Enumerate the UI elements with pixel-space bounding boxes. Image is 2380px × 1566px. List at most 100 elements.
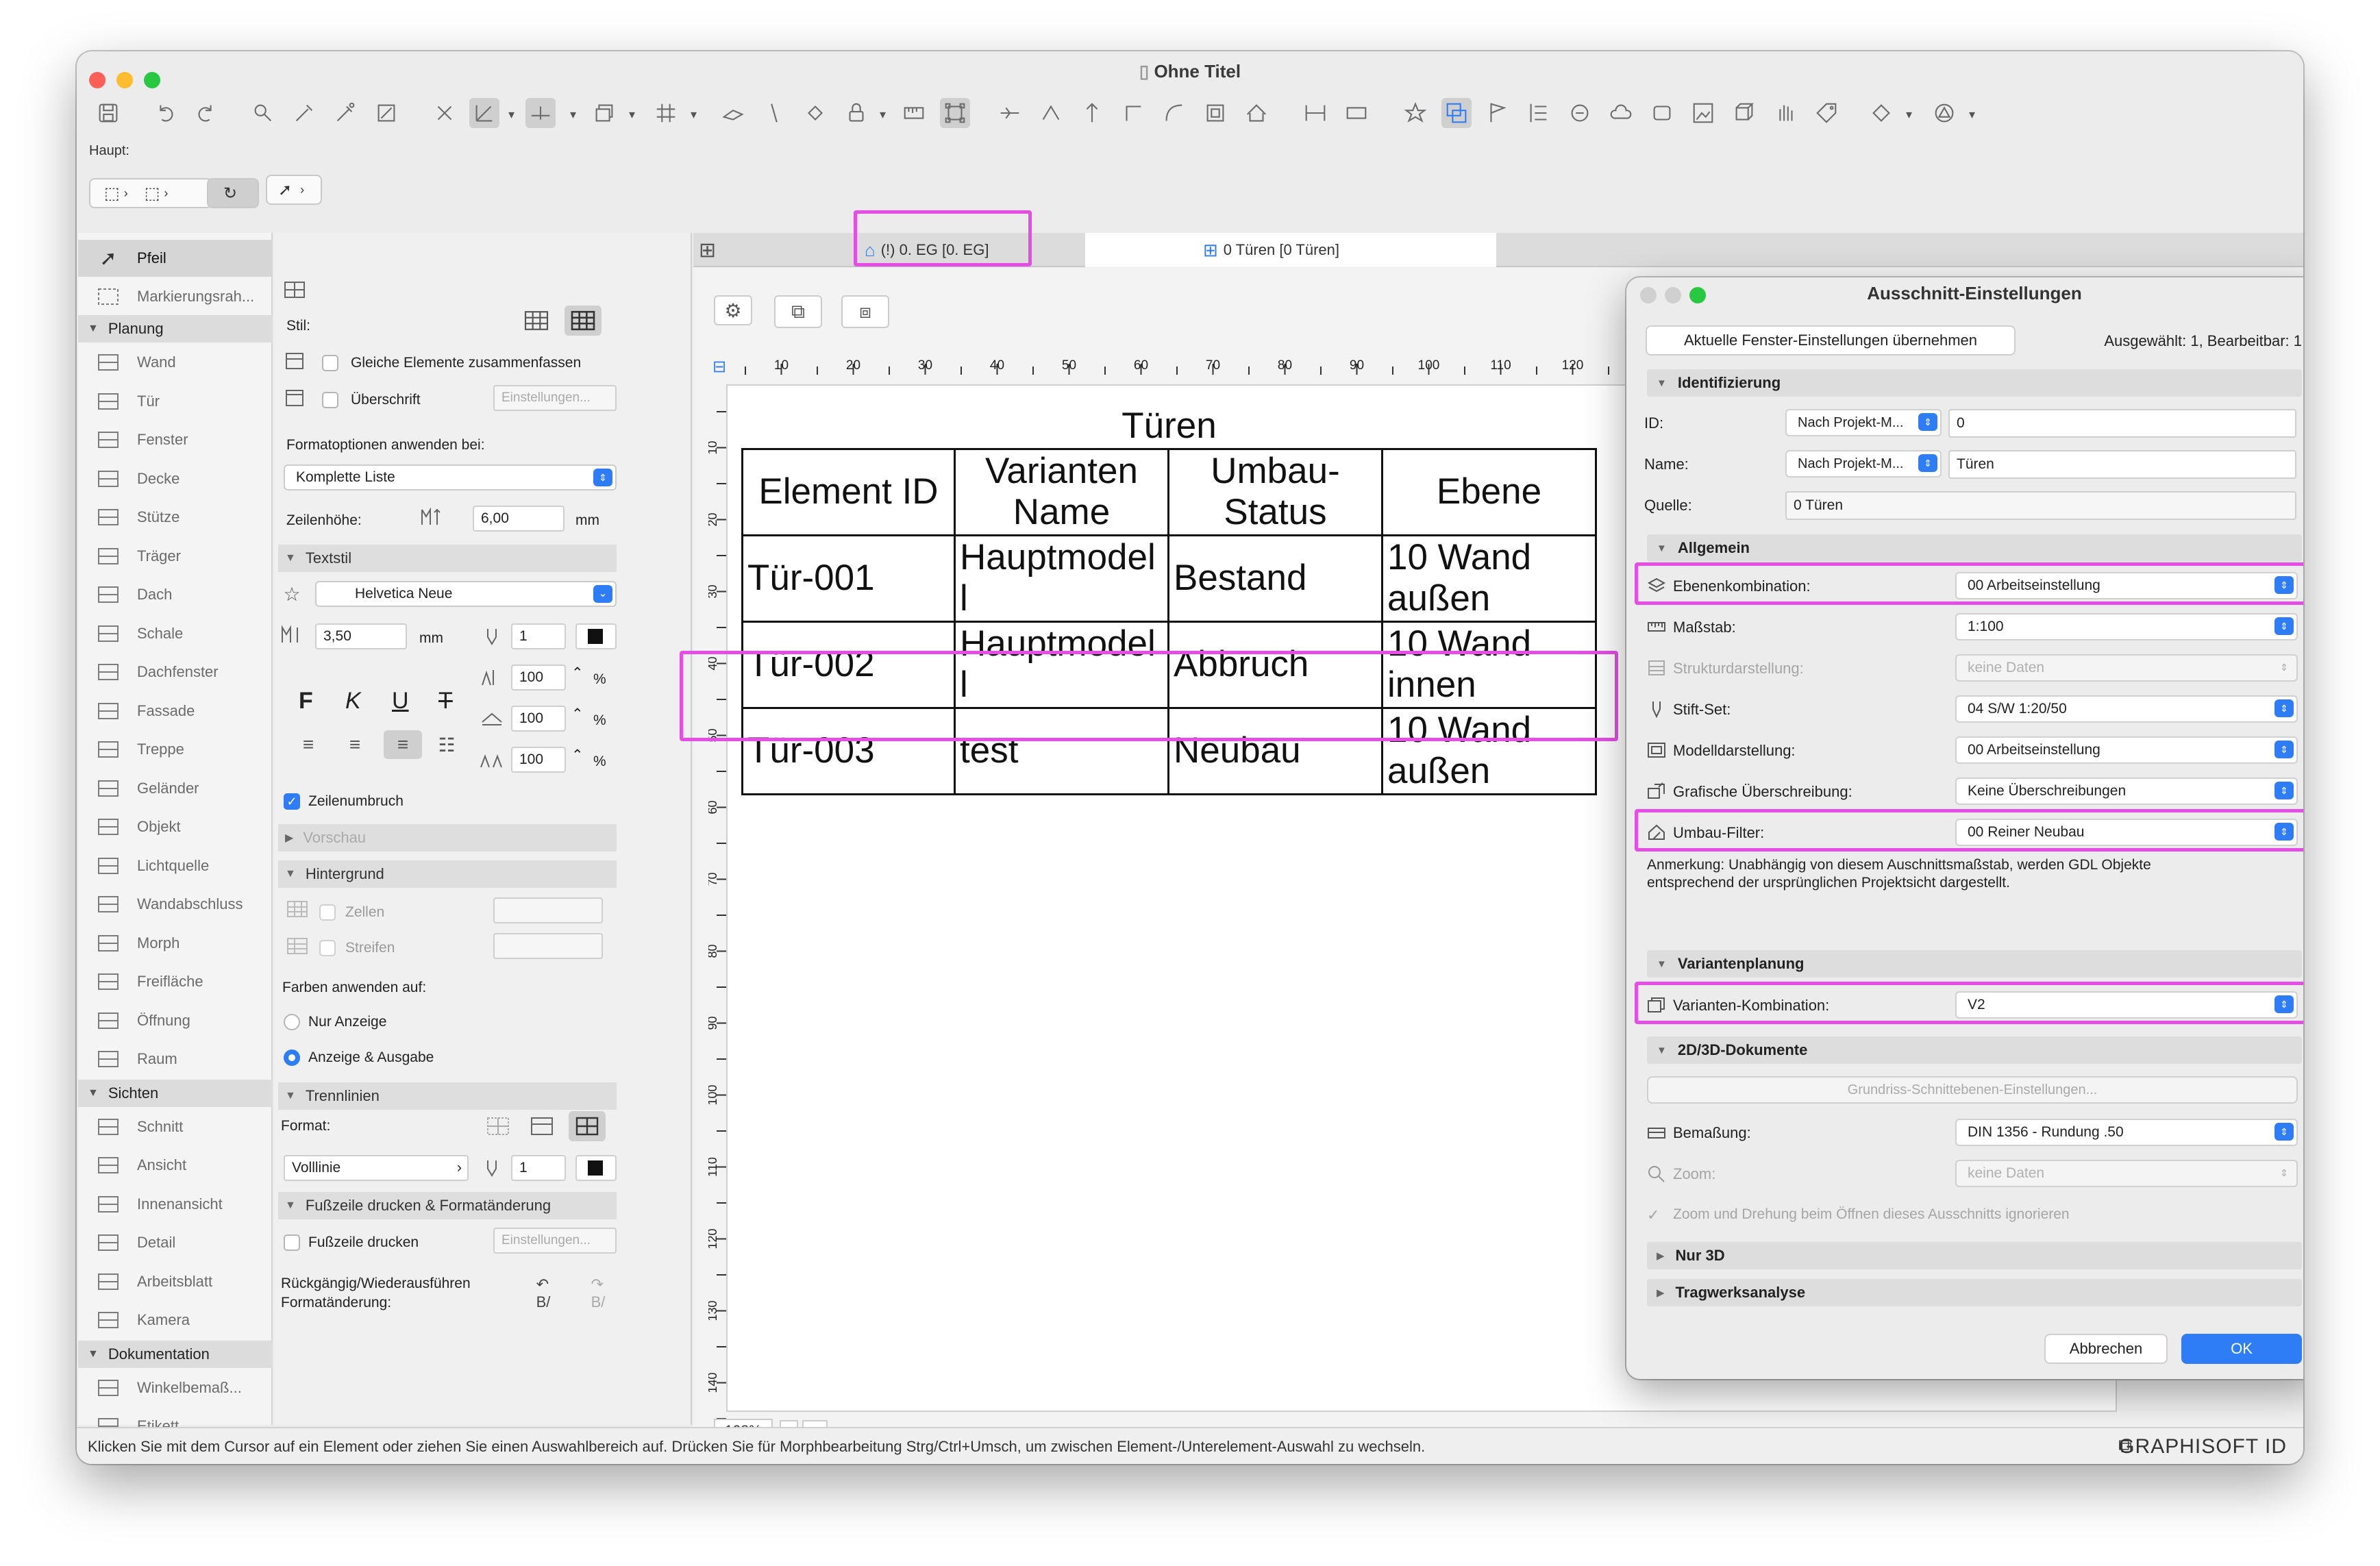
palette-item-geländer[interactable]: Geländer bbox=[78, 770, 273, 807]
align-left-icon[interactable]: ≡ bbox=[295, 733, 322, 756]
grundriss-settings-button[interactable]: Grundriss-Schnittebenen-Einstellungen... bbox=[1647, 1076, 2298, 1104]
palette-item-schale[interactable]: Schale bbox=[78, 615, 273, 652]
roof-icon[interactable] bbox=[1241, 98, 1272, 128]
palette-item-markierung[interactable]: Markierungsrah... bbox=[78, 278, 273, 315]
palette-item-schnitt[interactable]: Schnitt bbox=[78, 1108, 273, 1145]
ueberschrift-settings-button[interactable]: Einstellungen... bbox=[493, 385, 617, 411]
transfer-settings-icon[interactable] bbox=[371, 98, 401, 128]
palette-group-dokumentation[interactable]: ▼ Dokumentation bbox=[78, 1340, 273, 1368]
style-grid-icon[interactable] bbox=[518, 306, 555, 336]
font-size-input[interactable]: 3,50 bbox=[315, 623, 407, 649]
marquee-icon[interactable] bbox=[940, 98, 970, 128]
line-color-swatch[interactable] bbox=[575, 1155, 617, 1181]
align-center-icon[interactable]: ≡ bbox=[341, 733, 369, 756]
tab-view-toggle[interactable]: ⊞ bbox=[699, 233, 716, 267]
pen-color-swatch[interactable] bbox=[575, 623, 617, 649]
vorschau-section[interactable]: ▶ Vorschau bbox=[278, 824, 617, 852]
stepper-icon[interactable]: ⌃ bbox=[571, 664, 584, 682]
rotate-view-button[interactable]: ↻ bbox=[207, 178, 259, 208]
lock-icon[interactable] bbox=[841, 98, 871, 128]
name-input[interactable]: Türen bbox=[1948, 450, 2296, 479]
palette-item-wandabschluss[interactable]: Wandabschluss bbox=[78, 886, 273, 923]
bold-button[interactable]: F bbox=[299, 688, 313, 714]
layer-icon[interactable] bbox=[589, 98, 619, 128]
style-full-grid-icon[interactable] bbox=[565, 306, 602, 336]
stepper-icon[interactable]: ⌃ bbox=[571, 747, 584, 764]
chevron-down-icon[interactable]: ▾ bbox=[629, 108, 635, 122]
table-row[interactable]: Tür-002 Hauptmodel l Abbruch 10 Wand innen bbox=[741, 620, 1597, 709]
palette-item-detail[interactable]: Detail bbox=[78, 1224, 273, 1261]
render-icon[interactable] bbox=[1866, 98, 1896, 128]
table-cell[interactable]: Hauptmodel l bbox=[954, 534, 1169, 623]
zellen-color-swatch[interactable] bbox=[493, 897, 603, 923]
width-factor-input[interactable]: 100 bbox=[511, 664, 566, 691]
palette-group-sichten[interactable]: ▼ Sichten bbox=[78, 1079, 273, 1107]
table-cell[interactable]: Abbruch bbox=[1167, 620, 1383, 709]
zeilenumbruch-checkbox[interactable]: ✓ bbox=[284, 793, 300, 810]
textstil-section[interactable]: ▼ Textstil bbox=[278, 545, 617, 572]
palette-item-raum[interactable]: Raum bbox=[78, 1041, 273, 1078]
pen-input[interactable]: 1 bbox=[511, 623, 566, 649]
graphisoft-id-brand[interactable]: GRAPHISOFT ID bbox=[2118, 1435, 2287, 1458]
chevron-down-icon[interactable]: ▾ bbox=[570, 108, 576, 122]
table-row[interactable]: Tür-003 test Neubau 10 Wand außen bbox=[741, 706, 1597, 795]
ueberschrift-checkbox[interactable] bbox=[322, 392, 338, 408]
italic-button[interactable]: K bbox=[345, 688, 361, 714]
marquee-select-icon[interactable]: ⬚ bbox=[104, 184, 120, 203]
stepper-icon[interactable]: ⌃ bbox=[571, 706, 584, 723]
cancel-button[interactable]: Abbrechen bbox=[2044, 1334, 2168, 1364]
font-select[interactable]: Helvetica Neue ⌄ bbox=[315, 581, 617, 607]
plane-icon[interactable] bbox=[718, 98, 748, 128]
umbau-select[interactable]: 00 Reiner Neubau ⇕ bbox=[1955, 819, 2298, 846]
palette-item-fassade[interactable]: Fassade bbox=[78, 693, 273, 730]
line-pen-input[interactable]: 1 bbox=[511, 1155, 566, 1181]
ebenen-select[interactable]: 00 Arbeitseinstellung ⇕ bbox=[1955, 572, 2298, 599]
apply-window-settings-button[interactable]: Aktuelle Fenster-Einstellungen übernehme… bbox=[1646, 325, 2016, 356]
teamwork-icon[interactable] bbox=[1647, 98, 1677, 128]
trennlinien-section[interactable]: ▼ Trennlinien bbox=[278, 1082, 617, 1110]
dimension-icon[interactable] bbox=[1300, 98, 1330, 128]
chevron-down-icon[interactable]: ▾ bbox=[508, 108, 515, 122]
view-map-icon[interactable] bbox=[1441, 98, 1472, 128]
column-header[interactable]: Varianten Name bbox=[954, 447, 1169, 536]
varianten-select[interactable]: V2 ⇕ bbox=[1955, 991, 2298, 1019]
format-undo-button[interactable]: ↶ B/ bbox=[519, 1273, 567, 1314]
streifen-checkbox[interactable] bbox=[319, 940, 336, 956]
measure-icon[interactable] bbox=[899, 98, 929, 128]
tag-icon[interactable] bbox=[1811, 98, 1842, 128]
palette-item-arbeitsblatt[interactable]: Arbeitsblatt bbox=[78, 1263, 273, 1300]
tab-schedule-tueren[interactable]: ⊞ 0 Türen [0 Türen] bbox=[1085, 233, 1496, 267]
star-icon[interactable] bbox=[1400, 98, 1430, 128]
split-icon[interactable] bbox=[995, 98, 1025, 128]
guide-lines-icon[interactable] bbox=[430, 98, 460, 128]
snap-points-icon[interactable] bbox=[525, 98, 556, 128]
favorite-font-icon[interactable]: ☆ bbox=[278, 582, 306, 606]
fusszeile-checkbox[interactable] bbox=[284, 1234, 300, 1251]
zellen-checkbox[interactable] bbox=[319, 904, 336, 921]
save-icon[interactable] bbox=[93, 98, 123, 128]
table-cell[interactable]: Tür-003 bbox=[741, 706, 956, 795]
palette-item-freifläche[interactable]: Freifläche bbox=[78, 963, 273, 1000]
hand-icon[interactable] bbox=[1770, 98, 1800, 128]
border-all-icon[interactable] bbox=[569, 1111, 606, 1141]
strikethrough-button[interactable]: T bbox=[438, 688, 453, 714]
resize-icon[interactable] bbox=[1200, 98, 1230, 128]
nur-anzeige-radio[interactable] bbox=[284, 1014, 300, 1030]
palette-item-ansicht[interactable]: Ansicht bbox=[78, 1147, 273, 1184]
table-cell[interactable]: Tür-001 bbox=[741, 534, 956, 623]
variantenplanung-section[interactable]: ▼ Variantenplanung bbox=[1647, 950, 2302, 978]
redo-icon[interactable] bbox=[190, 98, 221, 128]
palette-item-dachfenster[interactable]: Dachfenster bbox=[78, 654, 273, 691]
palette-item-tür[interactable]: Tür bbox=[78, 383, 273, 420]
drawing-icon[interactable] bbox=[1341, 98, 1372, 128]
chevron-down-icon[interactable]: ▾ bbox=[880, 108, 886, 122]
column-header[interactable]: Umbau-Status bbox=[1167, 447, 1383, 536]
id-input[interactable]: 0 bbox=[1948, 409, 2296, 438]
streifen-color-swatch[interactable] bbox=[493, 933, 603, 959]
rect-select-icon[interactable]: ⬚ bbox=[145, 184, 160, 203]
table-cell[interactable]: 10 Wand innen bbox=[1381, 620, 1597, 709]
column-header[interactable]: Ebene bbox=[1381, 447, 1597, 536]
struktur-select[interactable]: keine Daten ⇕ bbox=[1955, 654, 2298, 682]
stift-select[interactable]: 04 S/W 1:20/50 ⇕ bbox=[1955, 695, 2298, 723]
column-header[interactable]: Element ID bbox=[741, 447, 956, 536]
